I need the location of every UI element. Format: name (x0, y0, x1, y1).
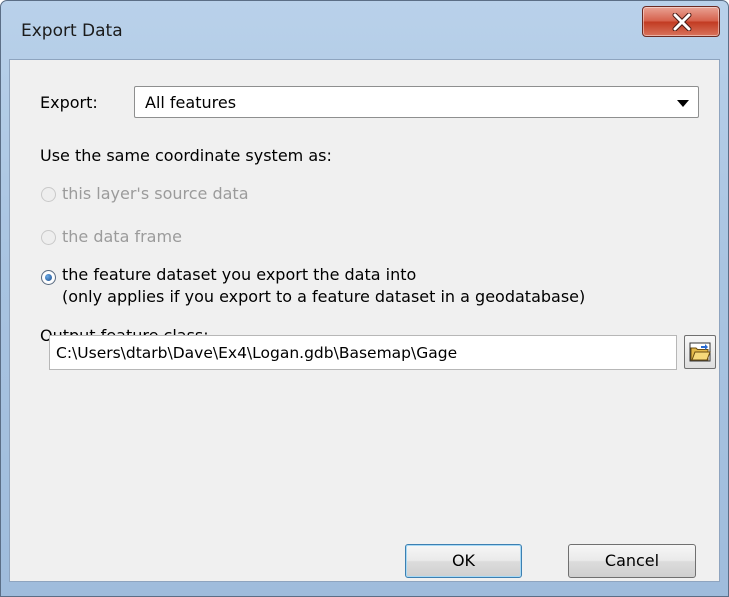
chevron-down-icon[interactable] (677, 100, 689, 107)
output-path-field[interactable]: C:\Users\dtarb\Dave\Ex4\Logan.gdb\Basema… (49, 335, 677, 370)
close-button[interactable] (642, 6, 720, 37)
export-label: Export: (40, 93, 98, 112)
export-select[interactable]: All features (134, 86, 699, 118)
radio-feature-dataset-sublabel: (only applies if you export to a feature… (62, 287, 586, 306)
window-title: Export Data (21, 21, 123, 41)
radio-layer-source-data-label: this layer's source data (62, 184, 249, 203)
export-data-dialog: Export Data Export: All features Use the… (0, 0, 729, 597)
radio-feature-dataset[interactable] (41, 270, 56, 285)
radio-layer-source-data[interactable] (41, 187, 56, 202)
radio-data-frame[interactable] (41, 230, 56, 245)
browse-button[interactable] (684, 335, 716, 369)
output-path-value: C:\Users\dtarb\Dave\Ex4\Logan.gdb\Basema… (56, 344, 458, 362)
radio-data-frame-label: the data frame (62, 227, 182, 246)
title-bar[interactable]: Export Data (1, 1, 728, 59)
radio-selected-dot (45, 274, 52, 281)
cancel-button[interactable]: Cancel (568, 544, 696, 578)
coordinate-system-heading: Use the same coordinate system as: (40, 146, 332, 165)
close-icon (672, 13, 692, 31)
ok-button[interactable]: OK (405, 544, 522, 578)
dialog-body: Export: All features Use the same coordi… (9, 59, 720, 582)
open-folder-icon (689, 342, 711, 362)
export-selected-value: All features (145, 93, 237, 112)
radio-feature-dataset-label[interactable]: the feature dataset you export the data … (62, 265, 416, 284)
